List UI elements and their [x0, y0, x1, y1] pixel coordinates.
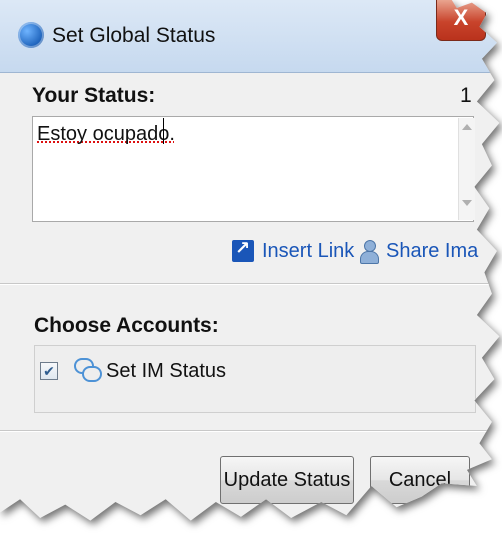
dialog-body: Set Global Status X Your Status: 1 Estoy…: [0, 0, 500, 521]
divider: [0, 430, 500, 432]
divider: [0, 283, 500, 285]
status-scrollbar[interactable]: [458, 118, 475, 220]
set-im-status-checkbox[interactable]: ✔: [40, 362, 58, 380]
scroll-up-arrow-icon[interactable]: [462, 124, 472, 130]
close-button[interactable]: X: [436, 0, 486, 41]
chat-bubble-front: [82, 366, 102, 382]
share-image-person-icon[interactable]: [358, 240, 380, 264]
character-counter: 1: [460, 84, 472, 107]
set-im-status-label[interactable]: Set IM Status: [106, 360, 226, 383]
set-global-status-dialog: Set Global Status X Your Status: 1 Estoy…: [0, 0, 502, 534]
globe-icon: [18, 22, 44, 48]
title-bar[interactable]: Set Global Status X: [0, 0, 500, 73]
your-status-label: Your Status:: [32, 84, 156, 107]
cancel-button[interactable]: Cancel: [370, 456, 470, 504]
insert-link-button[interactable]: Insert Link: [262, 240, 354, 263]
update-status-button[interactable]: Update Status: [220, 456, 354, 504]
choose-accounts-label: Choose Accounts:: [34, 314, 219, 337]
scroll-down-arrow-icon[interactable]: [462, 200, 472, 206]
insert-link-icon[interactable]: [232, 238, 254, 262]
window-title: Set Global Status: [52, 24, 216, 47]
text-caret: [163, 118, 164, 144]
status-text[interactable]: Estoy ocupado.: [37, 123, 175, 146]
person-body-shape: [360, 251, 379, 264]
status-textarea[interactable]: Estoy ocupado.: [32, 116, 474, 222]
share-image-button[interactable]: Share Ima: [386, 240, 478, 263]
chat-bubbles-icon: [74, 358, 102, 384]
